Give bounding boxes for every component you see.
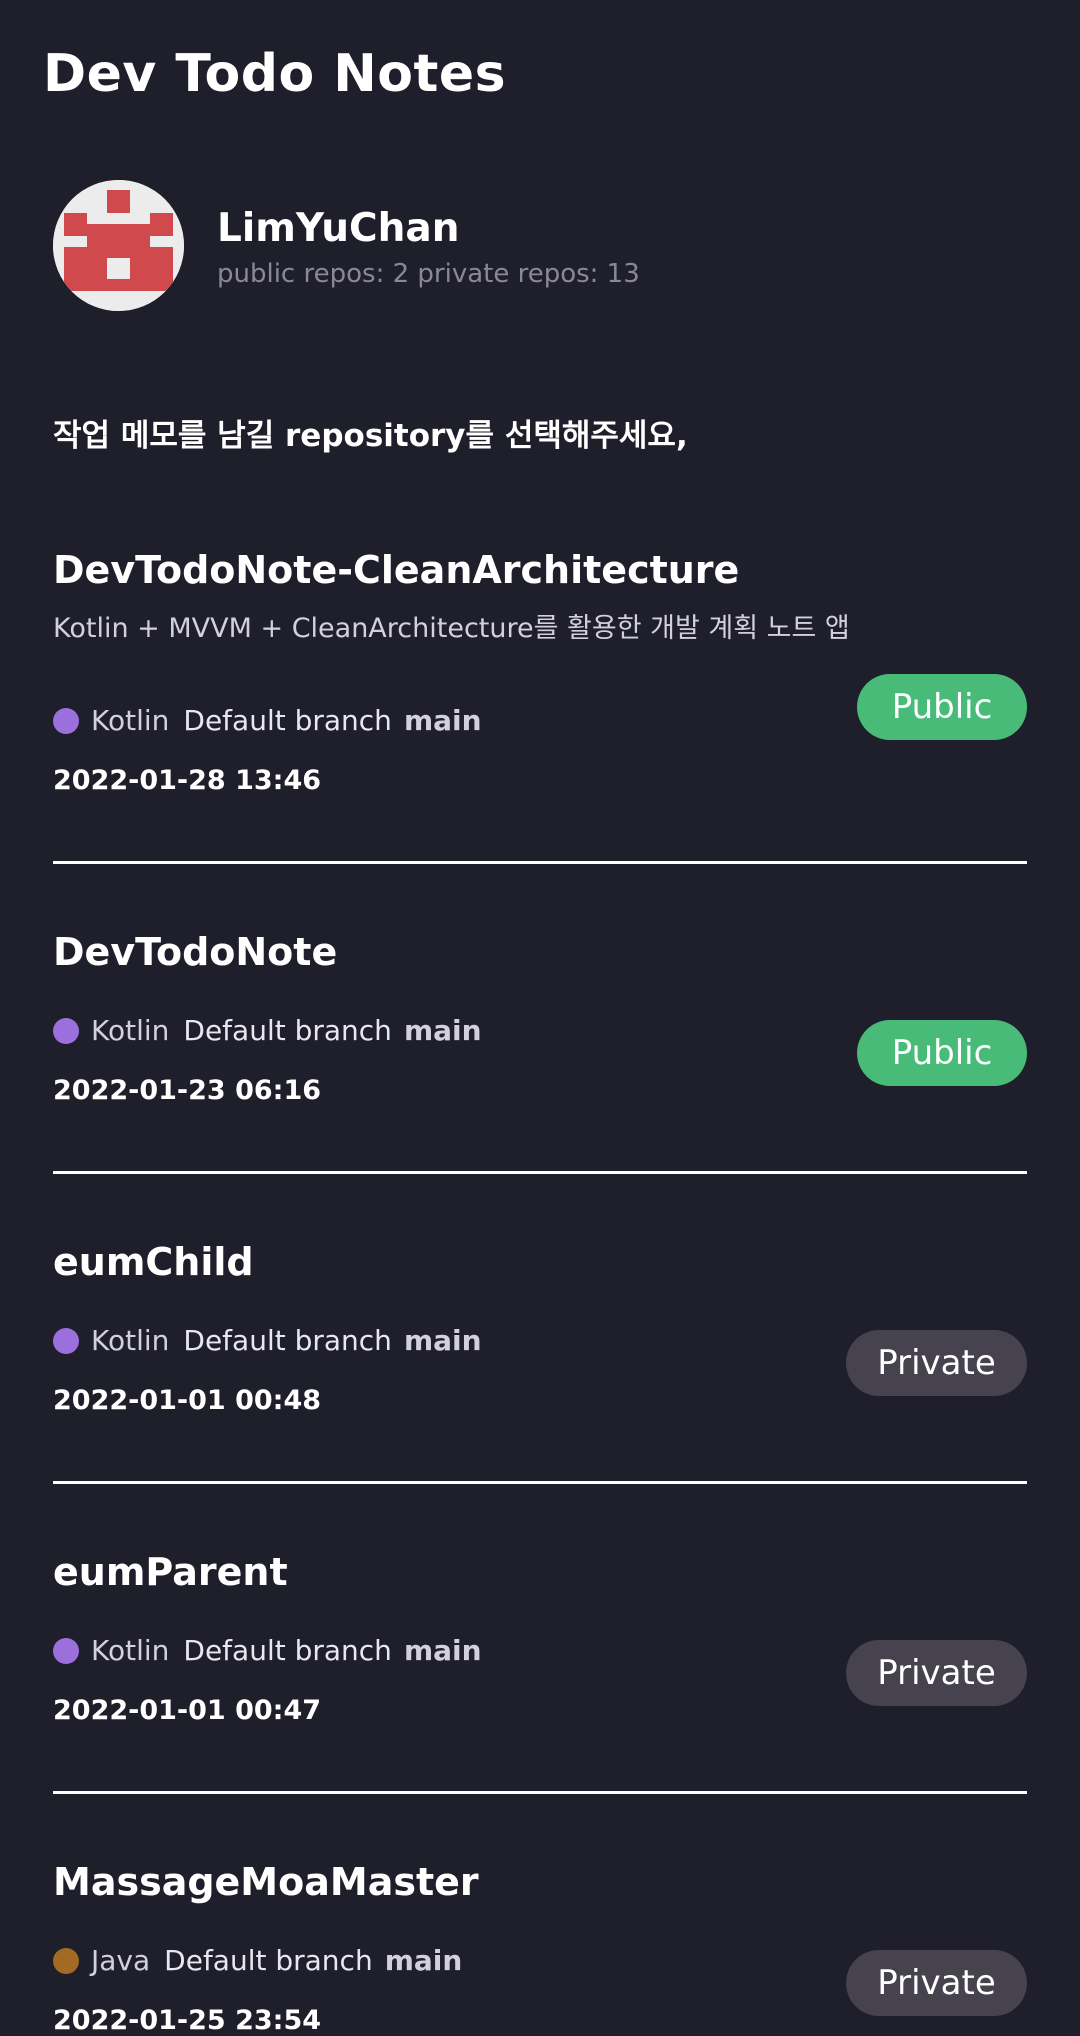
language-name: Kotlin xyxy=(91,704,170,737)
visibility-badge: Public xyxy=(857,1020,1027,1086)
identicon-avatar-icon-graphic xyxy=(53,180,184,311)
branch-label: Default branch xyxy=(183,1634,392,1667)
language-dot-icon xyxy=(53,1327,79,1354)
language-dot-icon xyxy=(53,707,79,734)
visibility-badge: Private xyxy=(846,1640,1027,1706)
branch-name: main xyxy=(384,1944,463,1977)
visibility-badge: Public xyxy=(857,674,1027,740)
language-name: Java xyxy=(91,1944,151,1977)
language-dot-icon xyxy=(53,1637,79,1664)
profile-header: LimYuChan public repos: 2 private repos:… xyxy=(53,180,640,311)
repo-name: eumChild xyxy=(53,1240,254,1284)
branch-name: main xyxy=(403,704,482,737)
repo-name: DevTodoNote-CleanArchitecture xyxy=(53,548,740,592)
branch-name: main xyxy=(403,1014,482,1047)
repo-meta: Kotlin Default branch main xyxy=(53,704,482,737)
repo-meta: Kotlin Default branch main xyxy=(53,1324,482,1357)
branch-label: Default branch xyxy=(183,1014,392,1047)
repo-meta: Kotlin Default branch main xyxy=(53,1014,482,1047)
language-name: Kotlin xyxy=(91,1014,170,1047)
visibility-badge: Private xyxy=(846,1950,1027,2016)
branch-name: main xyxy=(403,1634,482,1667)
repo-name: DevTodoNote xyxy=(53,930,338,974)
branch-name: main xyxy=(403,1324,482,1357)
select-repo-prompt: 작업 메모를 남길 repository를 선택해주세요, xyxy=(53,418,688,454)
divider xyxy=(53,1171,1027,1174)
branch-label: Default branch xyxy=(164,1944,373,1977)
repo-meta: Kotlin Default branch main xyxy=(53,1634,482,1667)
repo-counts: public repos: 2 private repos: 13 xyxy=(217,259,640,289)
repo-name: MassageMoaMaster xyxy=(53,1860,479,1904)
repo-date: 2022-01-28 13:46 xyxy=(53,765,322,796)
repo-description: Kotlin + MVVM + CleanArchitecture를 활용한 개… xyxy=(53,613,850,644)
repo-name: eumParent xyxy=(53,1550,288,1594)
username: LimYuChan xyxy=(217,206,460,251)
visibility-badge: Private xyxy=(846,1330,1027,1396)
divider xyxy=(53,861,1027,864)
repo-date: 2022-01-25 23:54 xyxy=(53,2005,322,2036)
language-name: Kotlin xyxy=(91,1324,170,1357)
repo-date: 2022-01-23 06:16 xyxy=(53,1075,322,1106)
divider xyxy=(53,1481,1027,1484)
branch-label: Default branch xyxy=(183,1324,392,1357)
app-title: Dev Todo Notes xyxy=(43,44,507,104)
language-dot-icon xyxy=(53,1947,79,1974)
repo-date: 2022-01-01 00:47 xyxy=(53,1695,322,1726)
language-dot-icon xyxy=(53,1017,79,1044)
repo-meta: Java Default branch main xyxy=(53,1944,462,1977)
identicon-avatar-icon xyxy=(53,180,184,311)
branch-label: Default branch xyxy=(183,704,392,737)
language-name: Kotlin xyxy=(91,1634,170,1667)
divider xyxy=(53,1791,1027,1794)
repo-date: 2022-01-01 00:48 xyxy=(53,1385,322,1416)
